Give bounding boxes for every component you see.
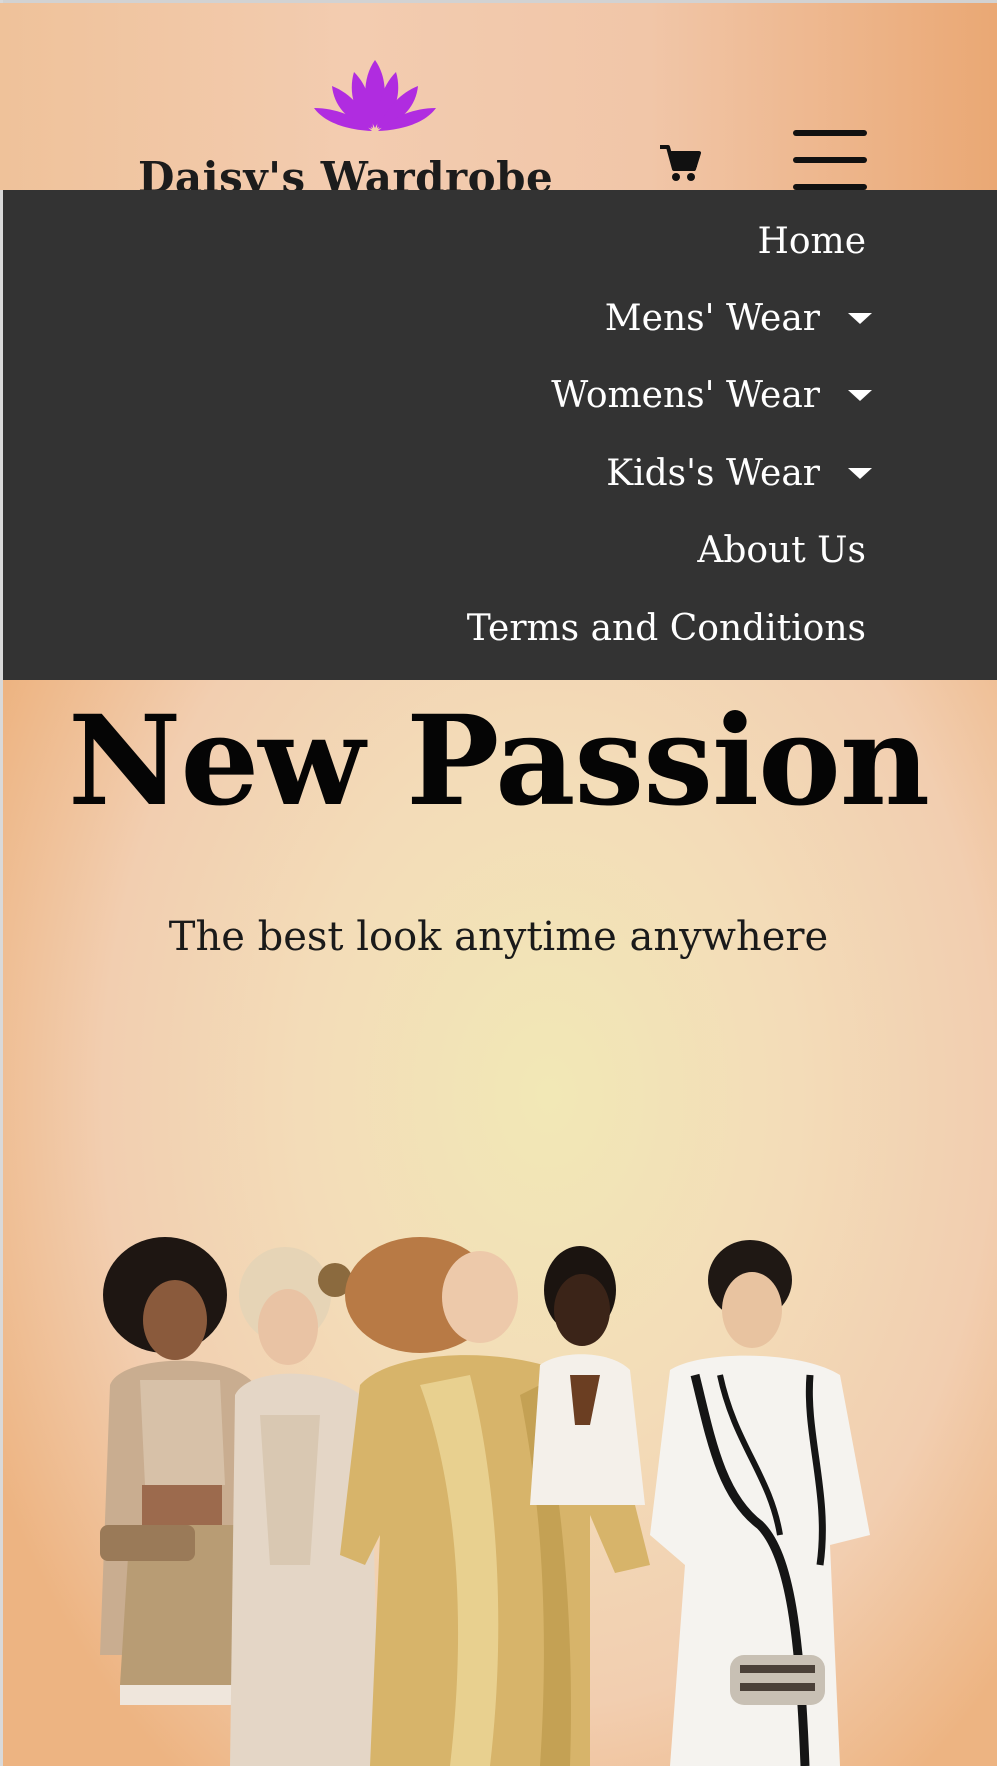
caret-down-icon[interactable]	[848, 312, 872, 324]
site-header: Daisy's Wardrobe	[0, 3, 997, 193]
hero-models-image	[100, 1237, 870, 1766]
mobile-nav-menu: Home Mens' Wear Womens' Wear Kids's Wear…	[3, 190, 997, 680]
nav-item-label: Terms and Conditions	[466, 607, 866, 649]
nav-item-label: Womens' Wear	[551, 374, 820, 416]
nav-item-label: Mens' Wear	[604, 297, 820, 339]
nav-item-about-us[interactable]: About Us	[697, 526, 866, 574]
hamburger-bar-middle	[793, 157, 867, 163]
cart-icon	[660, 145, 701, 181]
caret-down-icon[interactable]	[848, 467, 872, 479]
nav-item-kids-wear[interactable]: Kids's Wear	[606, 449, 872, 497]
nav-item-label: Kids's Wear	[606, 452, 820, 494]
hero-subtitle: The best look anytime anywhere	[168, 914, 829, 960]
nav-item-womens-wear[interactable]: Womens' Wear	[551, 371, 872, 419]
nav-item-label: About Us	[697, 529, 866, 571]
model-figure	[650, 1240, 870, 1766]
brand-name[interactable]: Daisy's Wardrobe	[138, 153, 618, 193]
cart-button[interactable]	[658, 143, 702, 183]
nav-item-home[interactable]: Home	[757, 217, 866, 265]
model-figure	[530, 1246, 645, 1505]
nav-item-mens-wear[interactable]: Mens' Wear	[605, 294, 872, 342]
hamburger-menu-button[interactable]	[790, 127, 870, 193]
hero-title: New Passion	[68, 689, 930, 834]
nav-item-label: Home	[757, 220, 866, 262]
hamburger-bar-top	[793, 130, 867, 136]
caret-down-icon[interactable]	[848, 389, 872, 401]
page: Daisy's Wardrobe Home Mens' Wear Womens'…	[0, 0, 997, 1766]
nav-item-terms-and-conditions[interactable]: Terms and Conditions	[467, 604, 866, 652]
lotus-logo-icon[interactable]	[310, 58, 440, 133]
